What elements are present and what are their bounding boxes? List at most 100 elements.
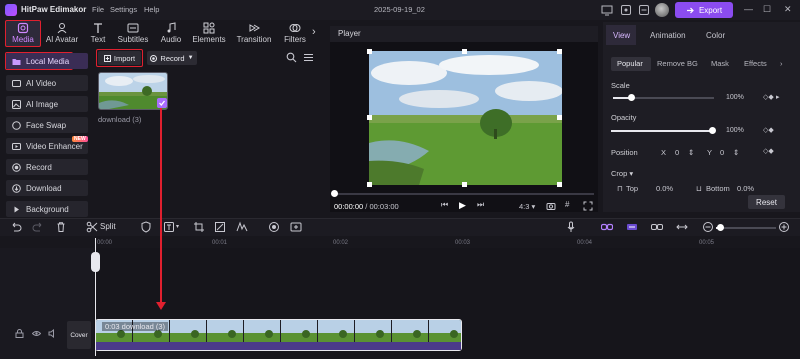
aspect-ratio-selector[interactable]: 4:3 ▾ [519,202,535,211]
resize-handle[interactable] [367,49,372,54]
menu-help[interactable]: Help [144,5,159,14]
delete-icon[interactable] [55,221,67,233]
tab-ai-avatar[interactable]: AI Avatar [42,22,82,47]
redo-icon[interactable] [32,221,44,233]
grid-icon[interactable]: # [565,200,569,209]
crop-label[interactable]: Crop ▾ [611,169,633,178]
zoom-in-icon[interactable] [778,221,790,233]
cover-button[interactable]: Cover [67,321,91,349]
position-x-stepper-icon[interactable]: ⇕ [688,148,694,157]
tab-elements[interactable]: Elements [189,22,229,47]
crop-bottom-value[interactable]: 0.0% [737,184,754,193]
reset-button[interactable]: Reset [748,195,785,209]
resize-handle[interactable] [367,115,372,120]
zoom-slider[interactable] [716,227,776,229]
video-preview[interactable] [369,51,562,185]
record-dropdown-button[interactable]: Record ▼ [147,51,197,65]
shield-icon[interactable] [140,221,152,233]
zoom-slider-knob[interactable] [717,224,724,231]
track-visibility-icon[interactable] [32,329,41,338]
audio-wave-icon[interactable] [236,221,248,233]
position-x-value[interactable]: 0 [675,148,679,157]
smart-cutout-icon[interactable] [214,221,226,233]
magnet-snap-icon[interactable] [626,221,638,233]
subtabs-next-icon[interactable]: › [780,59,783,68]
playback-progress-bar[interactable] [334,193,594,195]
sidebar-item-face-swap[interactable]: Face Swap [6,117,88,133]
toolbar-next-icon[interactable]: › [312,26,316,38]
opacity-value[interactable]: 100% [726,127,744,134]
maximize-icon[interactable]: ☐ [763,4,771,15]
resize-handle[interactable] [557,49,562,54]
sidebar-item-local-media[interactable]: Local Media [6,53,88,69]
opacity-slider-knob[interactable] [708,127,716,134]
tab-text[interactable]: Text [78,22,118,47]
microphone-icon[interactable] [565,221,577,233]
subtab-remove-bg[interactable]: Remove BG [657,59,698,68]
sidebar-item-ai-image[interactable]: AI Image [6,96,88,112]
sidebar-item-background[interactable]: Background [6,201,88,217]
undo-icon[interactable] [10,221,22,233]
position-y-value[interactable]: 0 [720,148,724,157]
notification-icon[interactable] [619,3,633,17]
unlink-icon[interactable] [651,221,663,233]
playback-scrubber[interactable] [331,190,338,197]
fullscreen-icon[interactable] [583,201,593,211]
opacity-keyframe-icon[interactable]: ◇◆ [763,126,774,134]
subtab-effects[interactable]: Effects [744,59,767,68]
monitor-icon[interactable] [600,3,614,17]
tab-transition[interactable]: Transition [234,22,274,47]
close-icon[interactable]: ✕ [784,4,792,15]
menu-file[interactable]: File [92,5,104,14]
crop-icon[interactable] [193,221,205,233]
play-icon[interactable]: ▶ [459,200,466,211]
subtab-popular[interactable]: Popular [617,59,643,68]
position-keyframe-icon[interactable]: ◇◆ [763,147,774,155]
resize-handle[interactable] [557,182,562,187]
resize-handle[interactable] [367,182,372,187]
subtab-mask[interactable]: Mask [711,59,729,68]
tab-animation[interactable]: Animation [650,31,686,40]
record-screen-icon[interactable] [268,221,280,233]
minimize-icon[interactable]: — [744,4,753,14]
resize-handle[interactable] [462,49,467,54]
tab-view[interactable]: View [613,31,630,40]
tab-color[interactable]: Color [706,31,725,40]
scale-slider-knob[interactable] [627,94,635,101]
split-label[interactable]: Split [100,222,116,231]
import-button[interactable]: Import [98,51,141,65]
link-track-icon[interactable] [601,221,613,233]
text-tool-dropdown-icon[interactable]: ▾ [176,223,179,230]
text-tool-icon[interactable] [163,221,175,233]
scale-value[interactable]: 100% [726,94,744,101]
track-lock-icon[interactable] [15,329,24,338]
inbox-icon[interactable] [637,3,651,17]
split-icon[interactable] [86,221,98,233]
sidebar-item-download[interactable]: Download [6,180,88,196]
scale-keyframe-icon[interactable]: ◇◆ [763,93,774,101]
tab-media[interactable]: Media [3,22,43,47]
sidebar-item-ai-video[interactable]: AI Video [6,75,88,91]
sidebar-item-record[interactable]: Record [6,159,88,175]
tab-audio[interactable]: Audio [151,22,191,47]
playhead-handle[interactable] [91,252,100,272]
snapshot-icon[interactable] [546,201,556,211]
resize-handle[interactable] [462,182,467,187]
export-button[interactable]: Export [675,2,733,18]
crop-top-value[interactable]: 0.0% [656,184,673,193]
next-frame-icon[interactable]: ⏭ [477,200,484,210]
list-view-icon[interactable] [303,52,314,63]
zoom-out-icon[interactable] [702,221,714,233]
add-media-icon[interactable] [290,221,302,233]
user-avatar[interactable] [655,3,669,17]
fit-timeline-icon[interactable] [676,221,688,233]
tab-filters[interactable]: Filters [275,22,315,47]
menu-settings[interactable]: Settings [110,5,137,14]
resize-handle[interactable] [557,115,562,120]
position-y-stepper-icon[interactable]: ⇕ [733,148,739,157]
tab-subtitles[interactable]: Subtitles [113,22,153,47]
previous-frame-icon[interactable]: ⏮ [441,200,448,210]
timeline-ruler[interactable] [95,237,800,247]
scale-next-keyframe-icon[interactable]: ▸ [776,93,780,101]
track-mute-icon[interactable] [48,329,57,338]
